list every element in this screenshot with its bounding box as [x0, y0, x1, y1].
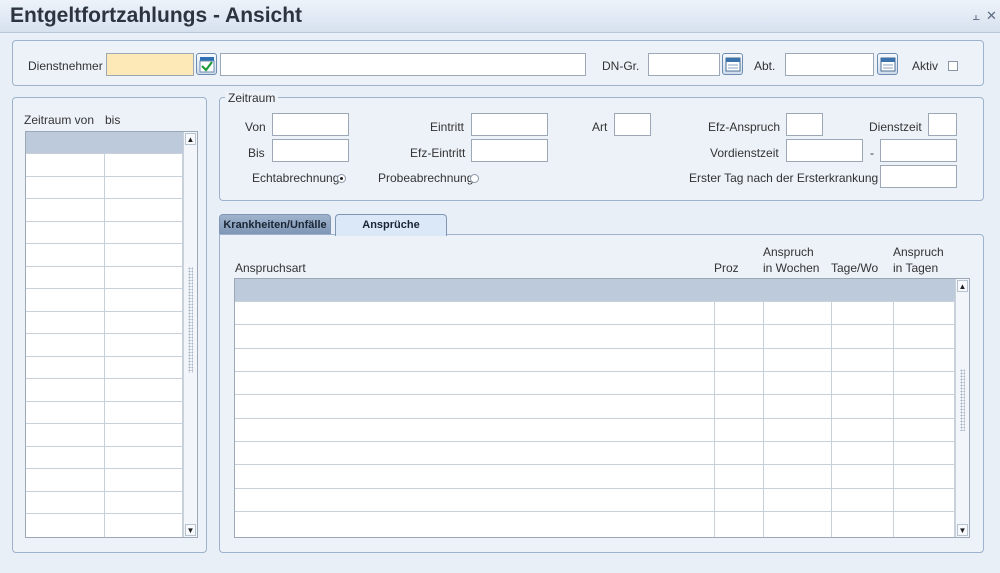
aktiv-checkbox[interactable]: [948, 61, 958, 71]
col-anspruchsart: Anspruchsart: [235, 261, 306, 275]
table-row[interactable]: [235, 372, 969, 395]
table-row[interactable]: [26, 267, 197, 289]
efz-anspruch-label: Efz-Anspruch: [708, 120, 781, 134]
vordienstzeit-label: Vordienstzeit: [710, 146, 779, 160]
period-list-panel: Zeitraum von bis ▲ ▼: [12, 97, 207, 553]
aktiv-label: Aktiv: [912, 59, 939, 73]
table-row[interactable]: [26, 199, 197, 222]
art-input[interactable]: [614, 113, 651, 136]
col-tage-wo: Tage/Wo: [831, 261, 879, 275]
table-row[interactable]: [235, 442, 969, 465]
tab-ansprueche[interactable]: Ansprüche: [335, 214, 447, 236]
table-row[interactable]: [26, 492, 197, 514]
abt-label: Abt.: [754, 59, 776, 73]
table-row[interactable]: [235, 349, 969, 372]
table-row[interactable]: [235, 512, 969, 537]
close-icon[interactable]: ✕: [986, 9, 997, 22]
claims-grid[interactable]: ▲ ▼: [234, 278, 970, 538]
dienstzeit-input[interactable]: [928, 113, 957, 136]
eintritt-label: Eintritt: [430, 120, 465, 134]
calendar-icon: [725, 57, 741, 72]
checkmark-icon: [199, 57, 215, 73]
table-row[interactable]: [235, 325, 969, 349]
period-list-scrollbar[interactable]: ▲ ▼: [183, 132, 197, 537]
scroll-down-icon[interactable]: ▼: [185, 524, 196, 536]
erster-tag-input[interactable]: [880, 165, 957, 188]
von-input[interactable]: [272, 113, 349, 136]
abt-input[interactable]: [785, 53, 874, 76]
echtabrechnung-radio[interactable]: [337, 174, 346, 183]
vordienstzeit-dash: -: [870, 146, 874, 160]
table-row[interactable]: [235, 465, 969, 489]
title-bar: Entgeltfortzahlungs - Ansicht ⫠ ✕: [0, 0, 1000, 33]
form-content: Dienstnehmer DN-Gr. Abt. Aktiv Zeitraum …: [0, 33, 1000, 573]
table-row[interactable]: [26, 177, 197, 199]
scroll-up-icon[interactable]: ▲: [957, 280, 968, 292]
dienstnehmer-id-input[interactable]: [106, 53, 194, 76]
table-row[interactable]: [26, 132, 197, 154]
dienstnehmer-name-input[interactable]: [220, 53, 586, 76]
dienstzeit-label: Dienstzeit: [869, 120, 922, 134]
table-row[interactable]: [235, 279, 969, 302]
col-proz: Proz: [714, 261, 739, 275]
probeabrechnung-label: Probeabrechnung: [378, 171, 474, 185]
table-row[interactable]: [26, 222, 197, 244]
period-list-grid[interactable]: ▲ ▼: [25, 131, 198, 538]
lookup-button[interactable]: [196, 53, 217, 75]
bis-input[interactable]: [272, 139, 349, 162]
ansprueche-panel: Anspruchsart Proz Anspruch in Wochen Tag…: [219, 234, 984, 553]
claims-scrollbar[interactable]: ▲ ▼: [955, 279, 969, 537]
minimize-icon[interactable]: ⫠: [972, 9, 980, 22]
col-anspruch-tagen-line2: in Tagen: [893, 261, 939, 275]
eintritt-input[interactable]: [471, 113, 548, 136]
zeitraum-panel: Zeitraum Von Bis Eintritt Efz-Eintritt A…: [219, 91, 984, 201]
table-row[interactable]: [26, 289, 197, 312]
table-row[interactable]: [26, 154, 197, 177]
efz-anspruch-input[interactable]: [786, 113, 823, 136]
scroll-grip-icon[interactable]: [960, 369, 965, 431]
table-row[interactable]: [26, 244, 197, 267]
scroll-up-icon[interactable]: ▲: [185, 133, 196, 145]
table-row[interactable]: [235, 419, 969, 442]
table-row[interactable]: [26, 357, 197, 379]
table-row[interactable]: [26, 469, 197, 492]
table-row[interactable]: [26, 514, 197, 537]
window-title: Entgeltfortzahlungs - Ansicht: [10, 4, 303, 27]
echtabrechnung-label: Echtabrechnung: [252, 171, 340, 185]
table-row[interactable]: [26, 312, 197, 334]
dngr-input[interactable]: [648, 53, 720, 76]
dngr-lookup-button[interactable]: [722, 53, 743, 75]
von-label: Von: [245, 120, 266, 134]
art-label: Art: [592, 120, 608, 134]
bis-label: Bis: [248, 146, 265, 160]
probeabrechnung-radio[interactable]: [470, 174, 479, 183]
col-anspruch-tagen-line1: Anspruch: [893, 245, 944, 259]
table-row[interactable]: [235, 395, 969, 419]
table-row[interactable]: [235, 302, 969, 325]
col-anspruch-wochen-line1: Anspruch: [763, 245, 814, 259]
dienstnehmer-label: Dienstnehmer: [28, 59, 103, 73]
zeitraum-von-header: Zeitraum von: [24, 113, 95, 127]
col-anspruch-wochen-line2: in Wochen: [763, 261, 820, 275]
dngr-label: DN-Gr.: [602, 59, 640, 73]
table-row[interactable]: [26, 447, 197, 469]
table-row[interactable]: [26, 424, 197, 447]
bis-header: bis: [105, 113, 121, 127]
header-panel: Dienstnehmer DN-Gr. Abt. Aktiv: [12, 40, 984, 86]
table-row[interactable]: [235, 489, 969, 512]
tab-krankheiten-unfaelle[interactable]: Krankheiten/Unfälle: [219, 214, 331, 235]
efz-eintritt-label: Efz-Eintritt: [410, 146, 466, 160]
erster-tag-label: Erster Tag nach der Ersterkrankung: [689, 171, 879, 185]
table-row[interactable]: [26, 334, 197, 357]
efz-eintritt-input[interactable]: [471, 139, 548, 162]
vordienstzeit-to-input[interactable]: [880, 139, 957, 162]
abt-lookup-button[interactable]: [877, 53, 898, 75]
table-row[interactable]: [26, 402, 197, 424]
zeitraum-legend: Zeitraum: [225, 91, 279, 105]
table-row[interactable]: [26, 379, 197, 402]
scroll-grip-icon[interactable]: [188, 267, 193, 373]
calendar-icon: [880, 57, 896, 72]
vordienstzeit-from-input[interactable]: [786, 139, 863, 162]
scroll-down-icon[interactable]: ▼: [957, 524, 968, 536]
